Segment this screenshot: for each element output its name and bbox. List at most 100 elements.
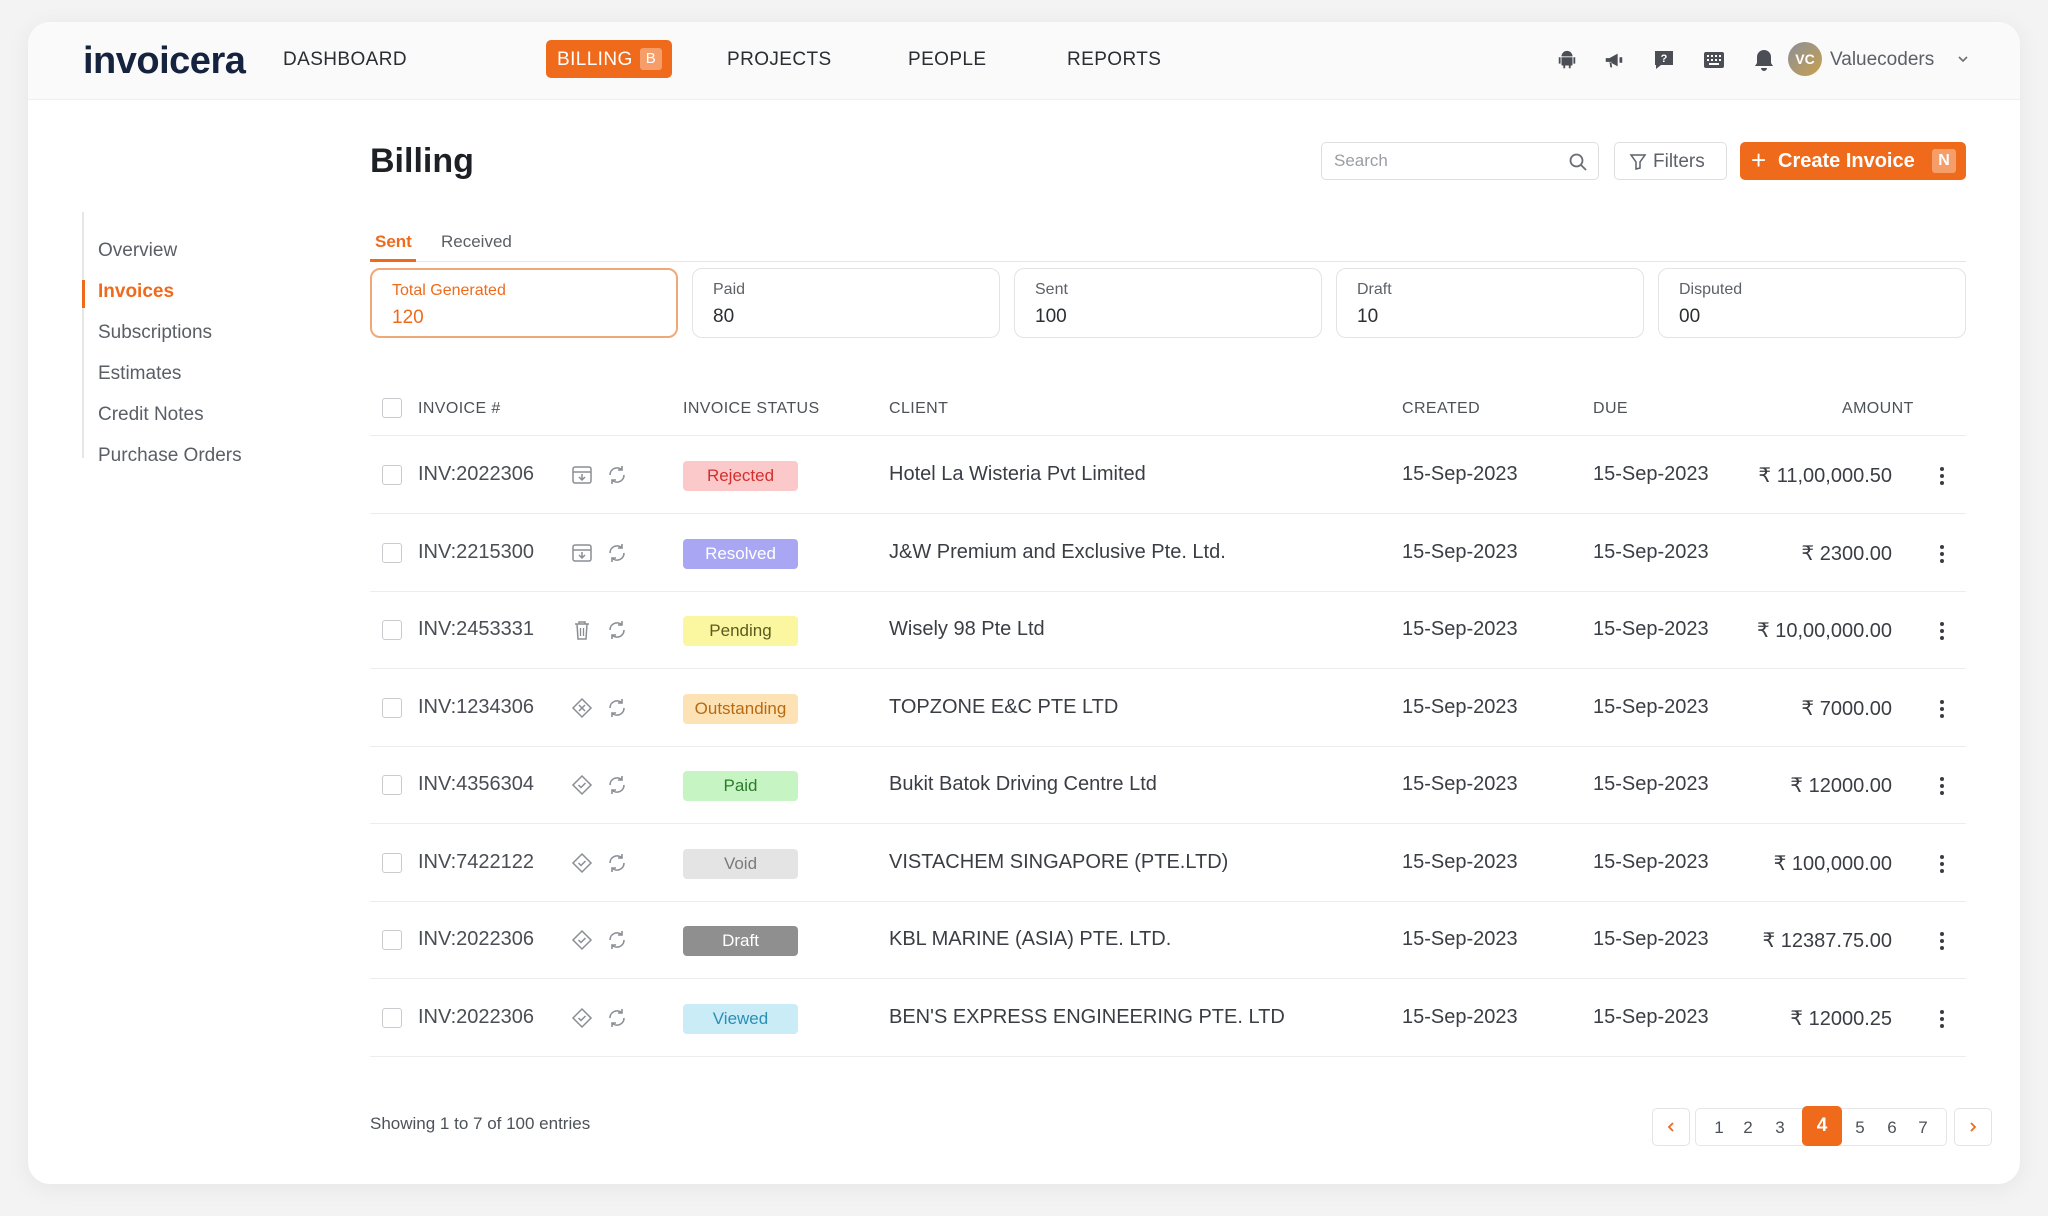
- row-checkbox[interactable]: [382, 775, 402, 795]
- user-name[interactable]: Valuecoders: [1830, 49, 1934, 71]
- select-all-checkbox[interactable]: [382, 398, 402, 418]
- table-row[interactable]: INV:2022306 Rejected Hotel La Wisteria Pvt…: [370, 437, 1966, 514]
- nav-people[interactable]: PEOPLE: [908, 49, 986, 71]
- invoice-number[interactable]: INV:2022306: [418, 1006, 534, 1029]
- header-amount[interactable]: AMOUNT: [1842, 400, 1914, 418]
- search-icon[interactable]: [1568, 152, 1588, 177]
- invoice-number[interactable]: INV:2022306: [418, 928, 534, 951]
- check-diamond-icon[interactable]: [570, 773, 594, 797]
- create-invoice-button[interactable]: + Create Invoice N: [1740, 142, 1966, 180]
- more-options-icon[interactable]: [1930, 694, 1954, 724]
- nav-reports[interactable]: REPORTS: [1067, 49, 1161, 71]
- refresh-icon[interactable]: [605, 541, 629, 565]
- sidebar-item-overview[interactable]: Overview: [98, 240, 177, 262]
- more-options-icon[interactable]: [1930, 539, 1954, 569]
- sidebar-item-purchase-orders[interactable]: Purchase Orders: [98, 445, 242, 467]
- more-options-icon[interactable]: [1930, 771, 1954, 801]
- next-page-button[interactable]: [1954, 1108, 1992, 1146]
- download-icon[interactable]: [570, 463, 594, 487]
- page-7[interactable]: 7: [1913, 1118, 1933, 1138]
- table-row[interactable]: INV:2022306 Draft KBL MARINE (ASIA) PTE. L…: [370, 902, 1966, 979]
- table-row[interactable]: INV:1234306 Outstanding TOPZONE E&C PTE LT…: [370, 670, 1966, 747]
- table-row[interactable]: INV:7422122 Void VISTACHEM SINGAPORE (PTE.…: [370, 825, 1966, 902]
- more-options-icon[interactable]: [1930, 849, 1954, 879]
- row-checkbox[interactable]: [382, 465, 402, 485]
- download-icon[interactable]: [570, 541, 594, 565]
- invoice-number[interactable]: INV:2453331: [418, 618, 534, 641]
- sidebar-item-invoices[interactable]: Invoices: [98, 281, 174, 303]
- cancel-diamond-icon[interactable]: [570, 696, 594, 720]
- page-3[interactable]: 3: [1770, 1118, 1790, 1138]
- page-5[interactable]: 5: [1850, 1118, 1870, 1138]
- invoice-number[interactable]: INV:1234306: [418, 696, 534, 719]
- invoice-number[interactable]: INV:4356304: [418, 773, 534, 796]
- row-checkbox[interactable]: [382, 1007, 402, 1028]
- table-row[interactable]: INV:4356304 Paid Bukit Batok Driving Centr…: [370, 747, 1966, 824]
- row-checkbox[interactable]: [382, 697, 402, 718]
- created-date: 15-Sep-2023: [1402, 695, 1518, 718]
- stat-card-total-generated[interactable]: Total Generated 120: [370, 268, 678, 338]
- page-2[interactable]: 2: [1738, 1118, 1758, 1138]
- header-invoice[interactable]: INVOICE #: [418, 400, 501, 418]
- header-due[interactable]: DUE: [1593, 400, 1628, 418]
- stat-card-disputed[interactable]: Disputed 00: [1658, 268, 1966, 338]
- stat-card-sent[interactable]: Sent 100: [1014, 268, 1322, 338]
- refresh-icon[interactable]: [605, 696, 629, 720]
- row-checkbox[interactable]: [382, 852, 402, 873]
- more-options-icon[interactable]: [1930, 461, 1954, 491]
- sidebar-item-estimates[interactable]: Estimates: [98, 363, 181, 385]
- page-6[interactable]: 6: [1882, 1118, 1902, 1138]
- refresh-icon[interactable]: [605, 463, 629, 487]
- filters-button[interactable]: Filters: [1614, 142, 1727, 180]
- row-checkbox[interactable]: [382, 930, 402, 950]
- megaphone-icon[interactable]: [1600, 46, 1628, 74]
- invoice-number[interactable]: INV:2215300: [418, 541, 534, 564]
- nav-dashboard[interactable]: DASHBOARD: [283, 49, 407, 71]
- help-chat-icon[interactable]: ?: [1650, 46, 1678, 74]
- table-row[interactable]: INV:2022306 Viewed BEN'S EXPRESS ENGINEERI…: [370, 980, 1966, 1057]
- stat-value: 80: [713, 306, 735, 327]
- table-row[interactable]: INV:2453331 Pending Wisely 98 Pte Ltd 15-Se…: [370, 592, 1966, 669]
- row-checkbox[interactable]: [382, 542, 402, 563]
- refresh-icon[interactable]: [605, 1006, 629, 1030]
- header-client[interactable]: CLIENT: [889, 400, 948, 418]
- tab-received[interactable]: Received: [441, 232, 512, 252]
- header-created[interactable]: CREATED: [1402, 400, 1480, 418]
- search-input[interactable]: [1334, 151, 1554, 171]
- more-options-icon[interactable]: [1930, 616, 1954, 646]
- check-diamond-icon[interactable]: [570, 928, 594, 952]
- sidebar-active-marker: [82, 280, 85, 308]
- android-icon[interactable]: [1553, 46, 1581, 74]
- more-options-icon[interactable]: [1930, 926, 1954, 956]
- invoice-number[interactable]: INV:2022306: [418, 463, 534, 486]
- prev-page-button[interactable]: [1652, 1108, 1690, 1146]
- refresh-icon[interactable]: [605, 618, 629, 642]
- sidebar-item-credit-notes[interactable]: Credit Notes: [98, 404, 204, 426]
- keyboard-icon[interactable]: [1700, 46, 1728, 74]
- logo[interactable]: invoicera: [83, 40, 246, 83]
- bell-icon[interactable]: [1750, 46, 1778, 74]
- page-current[interactable]: 4: [1802, 1106, 1842, 1146]
- invoice-number[interactable]: INV:7422122: [418, 851, 534, 874]
- check-diamond-icon[interactable]: [570, 851, 594, 875]
- more-options-icon[interactable]: [1930, 1004, 1954, 1034]
- tab-sent[interactable]: Sent: [375, 232, 412, 252]
- trash-icon[interactable]: [570, 618, 594, 642]
- header-status[interactable]: INVOICE STATUS: [683, 400, 820, 418]
- avatar[interactable]: VC: [1788, 42, 1822, 76]
- nav-billing[interactable]: BILLING B: [546, 40, 672, 78]
- refresh-icon[interactable]: [605, 928, 629, 952]
- sidebar-item-subscriptions[interactable]: Subscriptions: [98, 322, 212, 344]
- check-diamond-icon[interactable]: [570, 1006, 594, 1030]
- table-row[interactable]: INV:2215300 Resolved J&W Premium and Exclu…: [370, 515, 1966, 592]
- status-badge: Pending: [683, 616, 798, 646]
- stat-card-draft[interactable]: Draft 10: [1336, 268, 1644, 338]
- refresh-icon[interactable]: [605, 851, 629, 875]
- refresh-icon[interactable]: [605, 773, 629, 797]
- row-checkbox[interactable]: [382, 620, 402, 640]
- search-box[interactable]: [1321, 142, 1599, 180]
- nav-projects[interactable]: PROJECTS: [727, 49, 832, 71]
- stat-card-paid[interactable]: Paid 80: [692, 268, 1000, 338]
- chevron-down-icon[interactable]: [1956, 52, 1970, 71]
- page-1[interactable]: 1: [1709, 1118, 1729, 1138]
